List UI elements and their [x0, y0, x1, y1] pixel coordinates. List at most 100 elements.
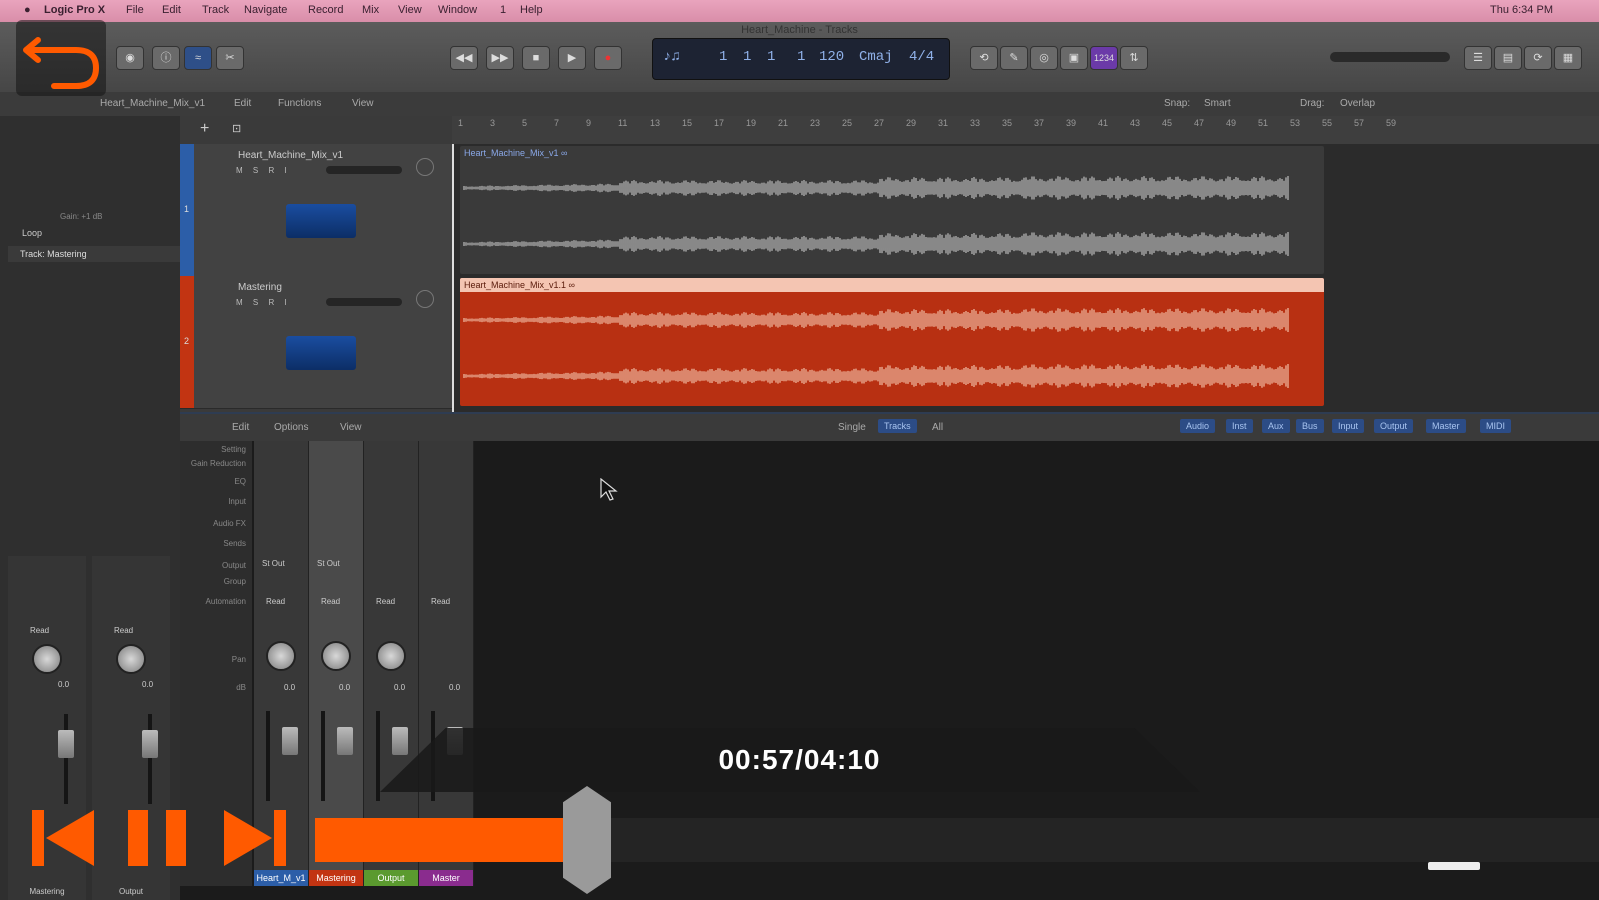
browser-icon[interactable]: ▦ — [1554, 46, 1582, 70]
inspector-button[interactable]: ⓘ — [152, 46, 180, 70]
menu-edit[interactable]: Edit — [162, 4, 181, 16]
pan-knob[interactable] — [116, 644, 146, 674]
pan-knob[interactable] — [376, 641, 406, 671]
filter-inst[interactable]: Inst — [1226, 419, 1253, 433]
snap-select[interactable]: Smart — [1204, 98, 1231, 109]
filter-input[interactable]: Input — [1332, 419, 1365, 433]
functions-menu[interactable]: Functions — [278, 98, 321, 109]
menu-mix[interactable]: Mix — [362, 4, 379, 16]
filter-output[interactable]: Output — [1374, 419, 1414, 433]
filter-audio[interactable]: Audio — [1180, 419, 1216, 433]
track-volume-slider[interactable] — [326, 298, 402, 306]
loop-label[interactable]: Loop — [22, 228, 42, 238]
smart-controls-button[interactable]: ≈ — [184, 46, 212, 70]
waveform-icon — [286, 204, 356, 238]
track-pan-knob[interactable] — [416, 290, 434, 308]
audio-region[interactable]: Heart_Machine_Mix_v1 ∞ — [460, 146, 1324, 274]
ruler-mark: 41 — [1098, 118, 1109, 128]
scope-tracks[interactable]: Tracks — [878, 419, 917, 433]
mixer-options-menu[interactable]: Options — [274, 422, 308, 433]
menu-clock: Thu 6:34 PM — [1490, 4, 1553, 16]
menu-window[interactable]: Window — [438, 4, 477, 16]
skip-back-icon[interactable] — [30, 808, 96, 868]
menu-navigate[interactable]: Navigate — [244, 4, 287, 16]
mixer-edit-menu[interactable]: Edit — [232, 422, 249, 433]
mixer-view-menu[interactable]: View — [340, 422, 362, 433]
track-name[interactable]: Mastering — [238, 282, 282, 293]
rewind-icon[interactable]: ◀◀ — [450, 46, 478, 70]
menu-record[interactable]: Record — [308, 4, 343, 16]
track-buttons[interactable]: M S R I — [236, 298, 291, 307]
tracks-area[interactable]: Heart_Machine_Mix_v1 ∞ Heart_Machine_Mix… — [452, 144, 1599, 412]
filter-midi[interactable]: MIDI — [1480, 419, 1511, 433]
pan-knob[interactable] — [321, 641, 351, 671]
progress-fill — [315, 818, 587, 862]
output-slot[interactable]: St Out — [317, 559, 340, 568]
track-header[interactable]: 2 Mastering M S R I — [180, 276, 452, 409]
scope-all[interactable]: All — [932, 422, 943, 433]
menu-file[interactable]: File — [126, 4, 144, 16]
automation-mode[interactable]: Read — [431, 597, 450, 606]
stop-icon[interactable]: ■ — [522, 46, 550, 70]
automation-mode[interactable]: Read — [114, 626, 133, 635]
automation-mode[interactable]: Read — [266, 597, 285, 606]
timeline-ruler[interactable]: 1 3 5 7 9 11 13 15 17 19 21 23 25 27 29 31 33 35 37 39 41 43 4… — [452, 116, 1599, 145]
menu-app[interactable]: Logic Pro X — [44, 4, 105, 16]
progress-thumb[interactable] — [563, 786, 611, 894]
library-button[interactable]: ◉ — [116, 46, 144, 70]
cpu-button[interactable]: 1234 — [1090, 46, 1118, 70]
solo-icon[interactable]: ▣ — [1060, 46, 1088, 70]
cycle-icon[interactable]: ⟲ — [970, 46, 998, 70]
loop-browser-icon[interactable]: ⟳ — [1524, 46, 1552, 70]
track-section-header[interactable]: Track: Mastering — [8, 246, 180, 262]
playhead[interactable] — [452, 144, 454, 412]
track-name[interactable]: Heart_Machine_Mix_v1 — [238, 150, 343, 161]
output-slot[interactable]: St Out — [262, 559, 285, 568]
menu-track[interactable]: Track — [202, 4, 229, 16]
automation-mode[interactable]: Read — [321, 597, 340, 606]
scope-single[interactable]: Single — [838, 422, 866, 433]
volume-indicator[interactable] — [1428, 862, 1480, 870]
fast-forward-icon[interactable]: ▶▶ — [486, 46, 514, 70]
pencil-icon[interactable]: ✎ — [1000, 46, 1028, 70]
play-icon[interactable]: ▶ — [558, 46, 586, 70]
count-in-icon[interactable]: ⇅ — [1120, 46, 1148, 70]
tuner-icon[interactable]: ◎ — [1030, 46, 1058, 70]
lcd-key: Cmaj — [859, 49, 893, 65]
filter-master[interactable]: Master — [1426, 419, 1466, 433]
master-volume-slider[interactable] — [1330, 52, 1450, 62]
lcd-display[interactable]: ♪♫ 1 1 1 1 120 Cmaj 4/4 — [652, 38, 950, 80]
menu-help[interactable]: Help — [520, 4, 543, 16]
mixer-toggle-button[interactable]: ✂ — [216, 46, 244, 70]
edit-menu[interactable]: Edit — [234, 98, 251, 109]
drag-select[interactable]: Overlap — [1340, 98, 1375, 109]
menu-view[interactable]: View — [398, 4, 422, 16]
notes-icon[interactable]: ▤ — [1494, 46, 1522, 70]
track-options-icon[interactable]: ⊡ — [232, 122, 241, 135]
ruler-mark: 23 — [810, 118, 821, 128]
track-pan-knob[interactable] — [416, 158, 434, 176]
drag-label: Drag: — [1300, 98, 1325, 109]
apple-menu-icon[interactable]: ● — [24, 4, 31, 16]
filter-aux[interactable]: Aux — [1262, 419, 1290, 433]
list-editors-icon[interactable]: ☰ — [1464, 46, 1492, 70]
mouse-cursor-icon — [600, 478, 618, 501]
menu-number[interactable]: 1 — [500, 4, 506, 16]
pan-knob[interactable] — [32, 644, 62, 674]
skip-forward-icon[interactable] — [222, 808, 288, 868]
automation-mode[interactable]: Read — [30, 626, 49, 635]
audio-region[interactable]: Heart_Machine_Mix_v1.1 ∞ — [460, 278, 1324, 406]
record-icon[interactable]: ● — [594, 46, 622, 70]
view-menu[interactable]: View — [352, 98, 374, 109]
filter-bus[interactable]: Bus — [1296, 419, 1324, 433]
add-track-icon[interactable]: + — [200, 120, 209, 138]
pause-icon[interactable] — [126, 808, 188, 868]
back-button[interactable] — [16, 20, 106, 96]
pan-knob[interactable] — [266, 641, 296, 671]
track-headers: + ⊡ 1 Heart_Machine_Mix_v1 M S R I 2 Mas… — [180, 116, 452, 412]
track-buttons[interactable]: M S R I — [236, 166, 291, 175]
automation-mode[interactable]: Read — [376, 597, 395, 606]
track-header[interactable]: 1 Heart_Machine_Mix_v1 M S R I — [180, 144, 452, 277]
ruler-mark: 11 — [618, 118, 628, 128]
track-volume-slider[interactable] — [326, 166, 402, 174]
